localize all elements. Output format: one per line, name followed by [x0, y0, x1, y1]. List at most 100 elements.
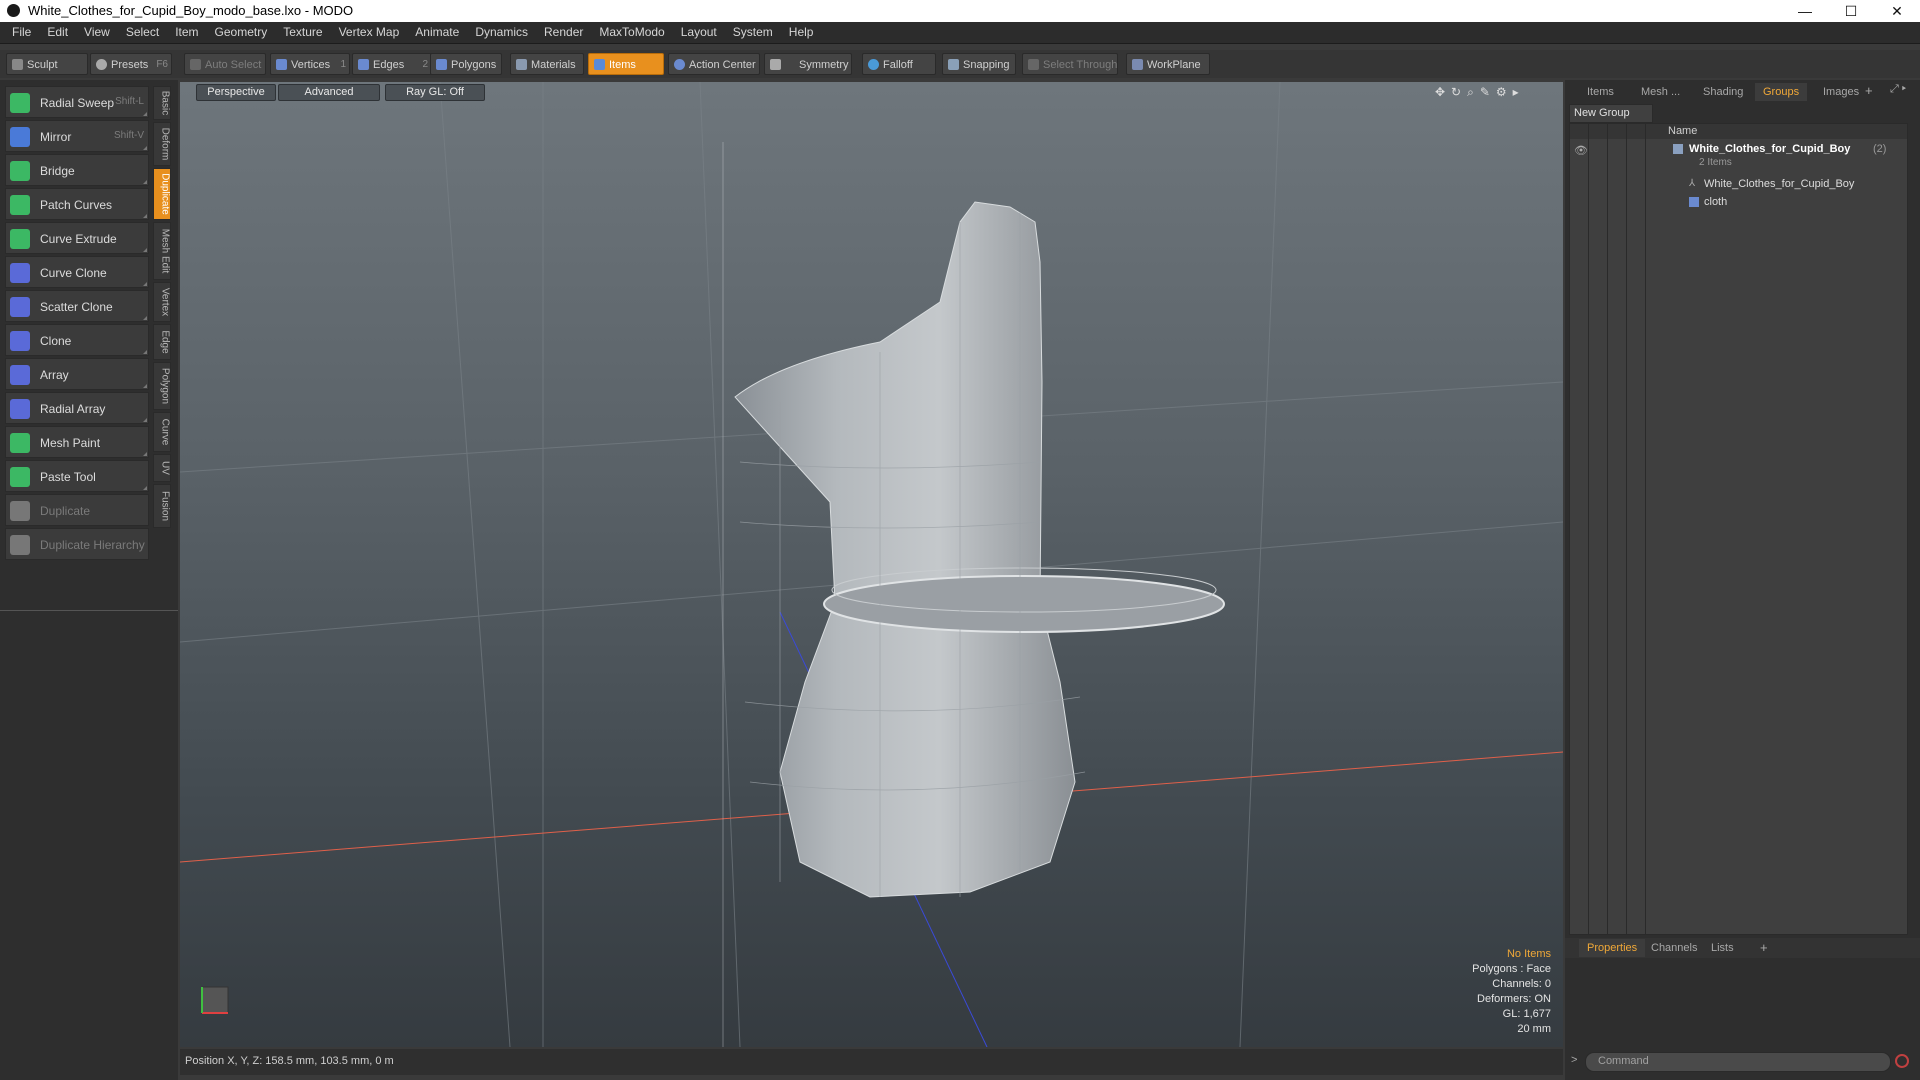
menu-vertex-map[interactable]: Vertex Map: [331, 22, 408, 43]
menu-help[interactable]: Help: [781, 22, 822, 43]
menu-dynamics[interactable]: Dynamics: [467, 22, 536, 43]
mesh-item-icon: ⅄: [1689, 178, 1696, 189]
viewport-3d[interactable]: Perspective Advanced Ray GL: Off ✥↻⌕✎⚙▸ …: [180, 82, 1563, 1047]
tab-images[interactable]: Images: [1815, 83, 1867, 101]
mirror-tool[interactable]: Mirror Shift-V: [5, 120, 149, 152]
tool-label: Clone: [40, 334, 72, 348]
clone-tool[interactable]: Clone: [5, 324, 149, 356]
command-prompt-icon: >: [1571, 1054, 1578, 1066]
eye-icon[interactable]: 👁: [1574, 144, 1588, 157]
tab-shading[interactable]: Shading: [1695, 83, 1751, 101]
tool-label: Mesh Paint: [40, 436, 101, 450]
menu-file[interactable]: File: [0, 22, 39, 43]
bridge-tool[interactable]: Bridge: [5, 154, 149, 186]
eye-column-icon[interactable]: [1570, 124, 1589, 139]
command-history-icon[interactable]: [1895, 1054, 1909, 1068]
tab-edge[interactable]: Edge: [153, 324, 171, 360]
clone-icon: [10, 331, 30, 351]
menu-geometry[interactable]: Geometry: [207, 22, 276, 43]
viewport-nav-icons[interactable]: ✥↻⌕✎⚙▸: [1435, 85, 1545, 99]
falloff-button[interactable]: Falloff: [862, 53, 936, 75]
tab-items[interactable]: Items: [1579, 83, 1622, 101]
menu-layout[interactable]: Layout: [673, 22, 725, 43]
symmetry-icon: [770, 59, 781, 70]
tab-channels[interactable]: Channels: [1643, 939, 1705, 957]
presets-label: Presets: [111, 59, 149, 71]
tab-lists[interactable]: Lists: [1703, 939, 1742, 957]
paste-tool-icon: [10, 467, 30, 487]
scene-canvas: [180, 82, 1563, 1047]
falloff-icon: [868, 59, 879, 70]
select-through-label: Select Through: [1043, 59, 1118, 71]
sculpt-button[interactable]: Sculpt: [6, 53, 88, 75]
shading-dropdown[interactable]: Advanced: [278, 84, 380, 101]
render-column-icon[interactable]: [1627, 124, 1646, 139]
menu-edit[interactable]: Edit: [39, 22, 76, 43]
scatter-clone-tool[interactable]: Scatter Clone: [5, 290, 149, 322]
modo-logo-icon: [7, 4, 20, 17]
duplicate-hierarchy-tool[interactable]: Duplicate Hierarchy: [5, 528, 149, 560]
tab-mesh[interactable]: Mesh ...: [1633, 83, 1688, 101]
curve-clone-tool[interactable]: Curve Clone: [5, 256, 149, 288]
panel-divider: [0, 610, 178, 611]
menu-maxtomodo[interactable]: MaxToModo: [591, 22, 672, 43]
menu-item[interactable]: Item: [167, 22, 206, 43]
array-tool[interactable]: Array: [5, 358, 149, 390]
presets-shortcut: F6: [156, 59, 168, 70]
snapping-label: Snapping: [963, 59, 1010, 71]
snapping-button[interactable]: Snapping: [942, 53, 1016, 75]
menu-texture[interactable]: Texture: [275, 22, 330, 43]
maximize-button[interactable]: ☐: [1828, 0, 1874, 22]
menu-view[interactable]: View: [76, 22, 118, 43]
add-tab-icon[interactable]: +: [1865, 83, 1873, 98]
new-group-button[interactable]: New Group: [1569, 104, 1653, 123]
menu-render[interactable]: Render: [536, 22, 591, 43]
items-button[interactable]: Items: [588, 53, 664, 75]
group-name: White_Clothes_for_Cupid_Boy: [1689, 143, 1851, 155]
patch-curves-tool[interactable]: Patch Curves: [5, 188, 149, 220]
materials-button[interactable]: Materials: [510, 53, 584, 75]
menu-system[interactable]: System: [725, 22, 781, 43]
command-input[interactable]: Command: [1585, 1052, 1891, 1072]
mesh-paint-tool[interactable]: Mesh Paint: [5, 426, 149, 458]
material-icon: [1689, 197, 1699, 207]
tab-fusion[interactable]: Fusion: [153, 484, 171, 528]
group-child-row[interactable]: ⅄ White_Clothes_for_Cupid_Boy: [1570, 176, 1907, 194]
select-through-button[interactable]: Select Through: [1022, 53, 1118, 75]
polygons-button[interactable]: Polygons: [430, 53, 502, 75]
vertices-button[interactable]: Vertices 1: [270, 53, 350, 75]
action-center-button[interactable]: Action Center: [668, 53, 760, 75]
name-column-header[interactable]: Name: [1646, 124, 1908, 139]
select-column-icon[interactable]: [1608, 124, 1627, 139]
group-child-row[interactable]: cloth: [1570, 194, 1907, 212]
workplane-button[interactable]: WorkPlane: [1126, 53, 1210, 75]
expand-icon[interactable]: ⤢ ▸: [1890, 83, 1906, 96]
view-mode-dropdown[interactable]: Perspective: [196, 84, 276, 101]
radial-sweep-tool[interactable]: Radial Sweep Shift-L: [5, 86, 149, 118]
tab-duplicate[interactable]: Duplicate: [153, 168, 171, 220]
lock-column-icon[interactable]: [1589, 124, 1608, 139]
paste-tool[interactable]: Paste Tool: [5, 460, 149, 492]
properties-tabbar: Properties Channels Lists +: [1565, 938, 1920, 958]
menu-animate[interactable]: Animate: [407, 22, 467, 43]
duplicate-tool[interactable]: Duplicate: [5, 494, 149, 526]
edges-icon: [358, 59, 369, 70]
auto-select-button[interactable]: Auto Select: [184, 53, 266, 75]
minimize-button[interactable]: —: [1782, 0, 1828, 22]
tab-properties[interactable]: Properties: [1579, 939, 1646, 957]
symmetry-button[interactable]: Symmetry: [764, 53, 852, 75]
add-tab-icon[interactable]: +: [1760, 940, 1768, 955]
tool-shortcut: Shift-L: [115, 96, 144, 107]
tab-deform[interactable]: Deform: [153, 122, 171, 166]
info-polygons: Polygons : Face: [1472, 963, 1551, 975]
radial-array-tool[interactable]: Radial Array: [5, 392, 149, 424]
presets-button[interactable]: Presets F6: [90, 53, 172, 75]
close-button[interactable]: ✕: [1874, 0, 1920, 22]
viewport-info: No Items Polygons : Face Channels: 0 Def…: [1472, 947, 1551, 1037]
curve-extrude-tool[interactable]: Curve Extrude: [5, 222, 149, 254]
raygl-toggle[interactable]: Ray GL: Off: [385, 84, 485, 101]
menu-select[interactable]: Select: [118, 22, 167, 43]
info-scale: 20 mm: [1517, 1023, 1551, 1035]
tab-groups[interactable]: Groups: [1755, 83, 1808, 101]
edges-button[interactable]: Edges 2: [352, 53, 432, 75]
